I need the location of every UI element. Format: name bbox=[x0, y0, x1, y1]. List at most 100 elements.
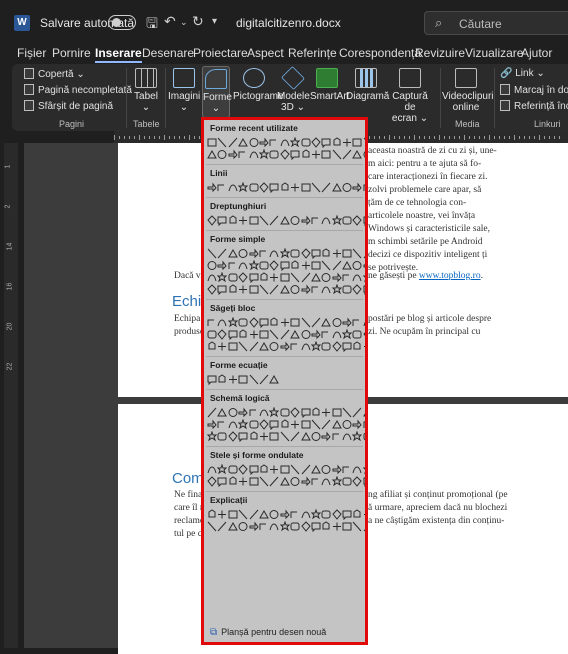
shape-item[interactable] bbox=[342, 341, 352, 352]
shape-item[interactable] bbox=[238, 419, 249, 430]
shape-item[interactable] bbox=[259, 272, 268, 283]
shape-item[interactable] bbox=[238, 374, 248, 385]
shape-item[interactable] bbox=[311, 419, 321, 430]
shape-item[interactable] bbox=[363, 182, 365, 193]
shape-item[interactable] bbox=[352, 284, 363, 295]
shape-item[interactable] bbox=[217, 149, 227, 160]
shape-item[interactable] bbox=[321, 215, 331, 226]
search-box[interactable]: ⌕ Căutare bbox=[424, 11, 568, 35]
shape-item[interactable] bbox=[269, 149, 279, 160]
shape-item[interactable] bbox=[321, 248, 330, 259]
link-button[interactable]: 🔗 Link ⌄ bbox=[500, 68, 545, 79]
shape-item[interactable] bbox=[228, 137, 238, 148]
shape-item[interactable] bbox=[217, 248, 227, 259]
autosave-toggle[interactable] bbox=[108, 15, 136, 30]
shape-item[interactable] bbox=[238, 317, 248, 328]
shape-item[interactable] bbox=[301, 341, 311, 352]
shape-item[interactable] bbox=[238, 431, 248, 442]
shape-item[interactable] bbox=[363, 521, 365, 532]
shape-item[interactable] bbox=[259, 521, 268, 532]
shape-item[interactable] bbox=[249, 509, 258, 520]
shape-item[interactable] bbox=[290, 431, 300, 442]
shape-item[interactable] bbox=[280, 419, 289, 430]
shape-item[interactable] bbox=[310, 341, 321, 352]
shape-item[interactable] bbox=[362, 464, 365, 475]
shape-item[interactable] bbox=[311, 407, 320, 418]
shape-item[interactable] bbox=[259, 137, 269, 148]
shape-item[interactable] bbox=[248, 317, 259, 328]
shape-item[interactable] bbox=[311, 215, 320, 226]
shape-item[interactable] bbox=[249, 407, 258, 418]
shape-item[interactable] bbox=[290, 284, 300, 295]
shape-item[interactable] bbox=[269, 341, 279, 352]
shape-item[interactable] bbox=[321, 149, 331, 160]
shape-item[interactable] bbox=[311, 317, 321, 328]
shape-item[interactable] bbox=[342, 464, 351, 475]
shape-item[interactable] bbox=[269, 329, 279, 340]
shape-item[interactable] bbox=[342, 215, 352, 226]
shape-item[interactable] bbox=[321, 464, 331, 475]
shape-item[interactable] bbox=[352, 521, 362, 532]
shape-item[interactable] bbox=[311, 431, 321, 442]
shape-item[interactable] bbox=[290, 260, 299, 271]
shape-item[interactable] bbox=[207, 215, 217, 226]
shape-item[interactable] bbox=[279, 521, 290, 532]
tab-home[interactable]: Pornire bbox=[52, 46, 91, 60]
shape-item[interactable] bbox=[352, 329, 362, 340]
shape-item[interactable] bbox=[238, 137, 249, 148]
shape-item[interactable] bbox=[332, 509, 342, 520]
shape-item[interactable] bbox=[238, 149, 247, 160]
shape-item[interactable] bbox=[228, 341, 238, 352]
shape-item[interactable] bbox=[290, 215, 300, 226]
shape-item[interactable] bbox=[301, 476, 311, 487]
3d-models-button[interactable]: Modele 3D ⌄ bbox=[277, 66, 310, 113]
shape-item[interactable] bbox=[217, 341, 227, 352]
shape-item[interactable] bbox=[228, 476, 237, 487]
shape-item[interactable] bbox=[352, 137, 362, 148]
shape-item[interactable] bbox=[300, 521, 311, 532]
shape-item[interactable] bbox=[249, 248, 259, 259]
shape-item[interactable] bbox=[249, 419, 259, 430]
shape-item[interactable] bbox=[259, 284, 269, 295]
shape-item[interactable] bbox=[269, 419, 279, 430]
shape-item[interactable] bbox=[238, 182, 249, 193]
shape-item[interactable] bbox=[331, 182, 342, 193]
tab-view[interactable]: Vizualizare bbox=[465, 46, 523, 60]
shape-item[interactable] bbox=[249, 182, 259, 193]
shape-item[interactable] bbox=[259, 215, 269, 226]
shape-item[interactable] bbox=[290, 419, 300, 430]
shape-item[interactable] bbox=[301, 272, 310, 283]
shape-item[interactable] bbox=[352, 260, 362, 271]
shape-item[interactable] bbox=[207, 317, 216, 328]
shape-item[interactable] bbox=[321, 509, 331, 520]
shape-item[interactable] bbox=[342, 248, 352, 259]
shape-item[interactable] bbox=[311, 182, 321, 193]
customize-qa-icon[interactable]: ▾ bbox=[212, 16, 217, 27]
shape-item[interactable] bbox=[238, 248, 248, 259]
shape-item[interactable] bbox=[352, 317, 361, 328]
shape-item[interactable] bbox=[207, 137, 217, 148]
online-video-button[interactable]: Videoclipuri online bbox=[442, 68, 494, 113]
smartart-button[interactable]: SmartArt bbox=[310, 68, 349, 102]
shape-item[interactable] bbox=[217, 374, 226, 385]
shape-item[interactable] bbox=[249, 374, 258, 385]
shape-item[interactable] bbox=[238, 215, 248, 226]
shape-item[interactable] bbox=[301, 329, 311, 340]
shape-item[interactable] bbox=[321, 329, 330, 340]
shape-item[interactable] bbox=[217, 431, 227, 442]
shape-item[interactable] bbox=[311, 272, 321, 283]
shape-item[interactable] bbox=[352, 509, 361, 520]
chart-button[interactable]: Diagramă bbox=[346, 68, 389, 102]
shape-item[interactable] bbox=[310, 509, 321, 520]
shape-item[interactable] bbox=[238, 272, 248, 283]
shape-item[interactable] bbox=[228, 464, 238, 475]
shape-item[interactable] bbox=[227, 317, 238, 328]
shape-item[interactable] bbox=[352, 149, 363, 160]
shape-item[interactable] bbox=[207, 407, 217, 418]
shape-item[interactable] bbox=[363, 248, 365, 259]
shape-item[interactable] bbox=[311, 284, 320, 295]
shape-item[interactable] bbox=[363, 149, 365, 160]
shape-item[interactable] bbox=[207, 341, 216, 352]
undo-icon[interactable]: ↶ bbox=[164, 13, 176, 30]
shape-item[interactable] bbox=[269, 317, 278, 328]
